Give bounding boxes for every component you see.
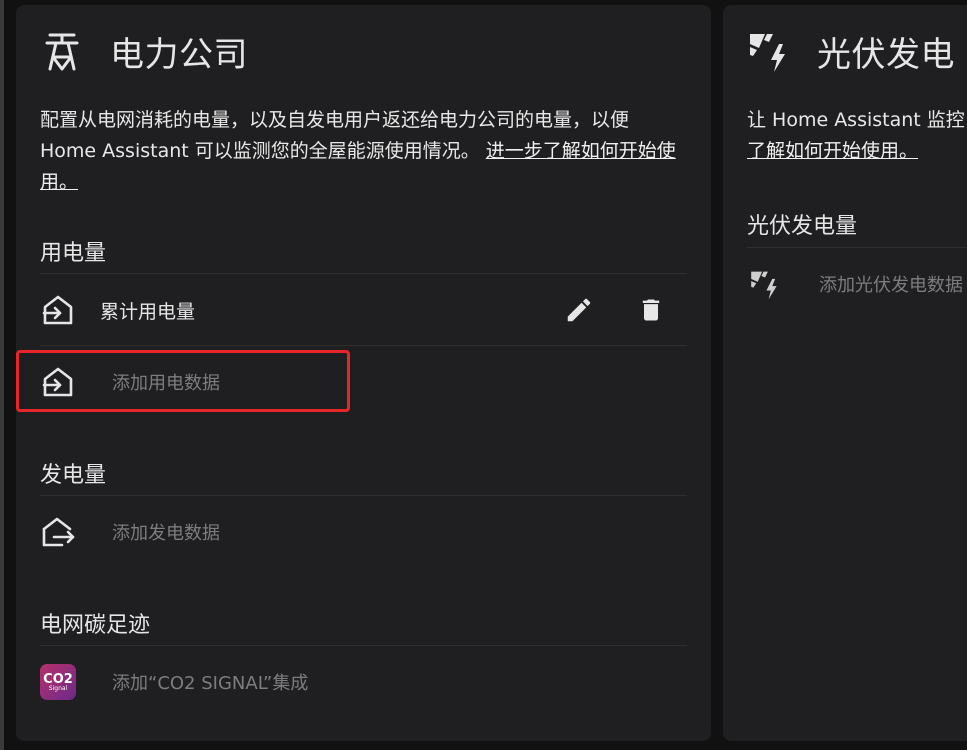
co2-signal-logo-icon: CO2 Signal [40,664,76,700]
transmission-tower-icon [40,29,84,73]
solar-card-title: 光伏发电 [817,34,955,75]
grid-card-header: 电力公司 [40,21,248,81]
grid-card-title: 电力公司 [110,34,248,75]
return-divider [40,495,687,496]
consumption-heading: 用电量 [40,241,107,266]
consumption-item-divider [40,345,687,346]
transmission-tower-export-icon [40,514,76,550]
consumption-divider [40,273,687,274]
trash-icon [642,299,660,321]
delete-button[interactable] [635,294,667,326]
add-solar-label: 添加光伏发电数据 [819,275,963,296]
page: 电力公司 配置从电网消耗的电量，以及自发电用户返还给电力公司的电量，以便 Hom… [0,0,967,750]
co2-divider [40,645,687,646]
solar-description-text: 让 Home Assistant 监控 [747,109,965,131]
solar-power-icon [747,266,783,302]
left-edge-strip [0,0,4,750]
consumption-item-row: 累计用电量 [40,275,687,345]
co2-badge-sub: Signal [48,684,68,692]
co2-badge-main: CO2 [43,671,73,687]
grid-card-description: 配置从电网消耗的电量，以及自发电用户返还给电力公司的电量，以便 Home Ass… [40,105,680,198]
solar-card: 光伏发电 让 Home Assistant 监控 了解如何开始使用。 光伏发电量… [723,5,967,741]
solar-power-icon [747,29,791,73]
solar-production-divider [747,247,967,248]
solar-card-header: 光伏发电 [747,21,955,81]
consumption-item-actions [563,294,667,326]
return-heading: 发电量 [40,463,107,488]
edit-button[interactable] [563,294,595,326]
add-return-row[interactable]: 添加发电数据 [40,497,687,567]
add-return-label: 添加发电数据 [112,523,220,544]
consumption-item-label: 累计用电量 [100,300,196,323]
solar-card-description: 让 Home Assistant 监控 了解如何开始使用。 [747,105,967,167]
pencil-icon [567,298,591,322]
highlight-box [16,350,350,412]
co2-heading: 电网碳足迹 [40,613,151,638]
add-co2-row[interactable]: CO2 Signal 添加“CO2 SIGNAL”集成 [40,647,687,717]
solar-learn-more-link[interactable]: 了解如何开始使用。 [747,140,918,162]
transmission-tower-import-icon [40,292,76,328]
add-co2-label: 添加“CO2 SIGNAL”集成 [112,673,309,694]
solar-production-heading: 光伏发电量 [747,214,858,239]
add-solar-row[interactable]: 添加光伏发电数据 [747,251,963,317]
